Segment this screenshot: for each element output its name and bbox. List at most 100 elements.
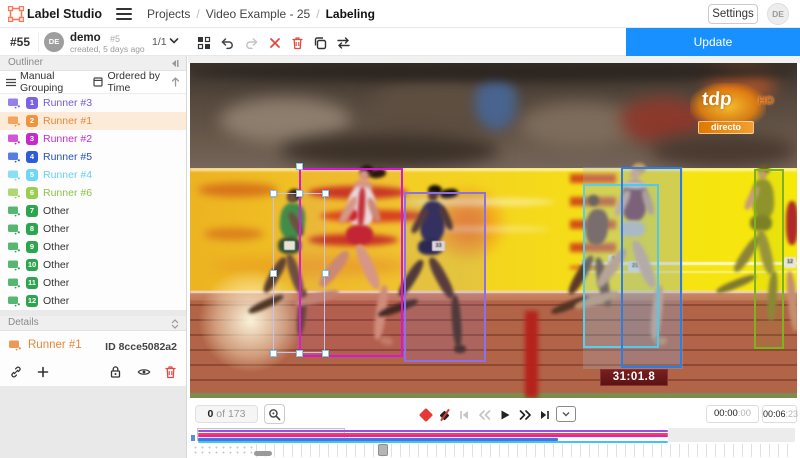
sort-direction-icon[interactable]	[171, 77, 180, 87]
region-index-badge: 4	[26, 151, 38, 163]
region-label: Other	[43, 241, 69, 253]
chevron-down-icon[interactable]	[169, 37, 179, 45]
resize-handle[interactable]	[322, 350, 329, 357]
undo-icon[interactable]	[219, 34, 236, 51]
breadcrumb-item[interactable]: Projects	[147, 7, 190, 21]
details-panel: Details Runner #1 ID 8cce5082a2	[0, 316, 186, 386]
video-controls: 0 of 173 00:00:00 00:06:23	[188, 403, 800, 427]
bbox-runner-3[interactable]	[404, 192, 486, 362]
keyframe-toggle-icon[interactable]	[418, 407, 434, 423]
annotator-avatar[interactable]: DE	[44, 32, 64, 52]
next-frame-icon[interactable]	[517, 407, 533, 423]
region-item-other-8[interactable]: 8Other	[0, 220, 186, 238]
ordering-selector[interactable]: Ordered by Time	[93, 70, 167, 94]
grouping-selector[interactable]: Manual Grouping	[6, 70, 81, 94]
timeline-start-mark	[191, 435, 195, 441]
task-number: #55	[10, 35, 30, 49]
resize-handle[interactable]	[296, 350, 303, 357]
visibility-icon[interactable]	[134, 363, 153, 381]
region-item-runner-4-5[interactable]: 5Runner #4	[0, 166, 186, 184]
region-item-other-12[interactable]: 12Other	[0, 292, 186, 310]
rotate-handle[interactable]	[296, 163, 303, 170]
keyframe-interpolation-delete-icon[interactable]	[437, 407, 453, 423]
resize-handle[interactable]	[322, 270, 329, 277]
region-label: Runner #4	[43, 169, 92, 181]
playhead-handle[interactable]	[378, 444, 388, 456]
time-position-main: 00:00	[714, 408, 738, 419]
collapse-controls-button[interactable]	[556, 406, 576, 422]
region-item-other-11[interactable]: 11Other	[0, 274, 186, 292]
ruler-overview-dots	[192, 445, 254, 456]
redo-icon[interactable]	[243, 34, 260, 51]
region-index-badge: 9	[26, 241, 38, 253]
reject-x-icon[interactable]	[266, 34, 283, 51]
region-icon	[7, 205, 21, 217]
region-label: Runner #5	[43, 151, 92, 163]
breadcrumb-item[interactable]: Labeling	[326, 7, 375, 21]
collapse-details-icon[interactable]	[171, 319, 179, 329]
selected-region-row[interactable]: Runner #1	[8, 339, 82, 351]
delete-trash-icon[interactable]	[289, 34, 306, 51]
bbox-runner-5[interactable]	[621, 167, 682, 368]
link-icon[interactable]	[6, 363, 25, 381]
previous-frame-icon[interactable]	[476, 407, 492, 423]
annotation-id-badge: #5	[110, 34, 120, 44]
details-body: Runner #1 ID 8cce5082a2	[0, 331, 186, 386]
region-item-runner-3-1[interactable]: 1Runner #3	[0, 94, 186, 112]
collapse-panel-left-icon[interactable]	[170, 59, 179, 68]
timeline-overflow-area	[668, 428, 795, 442]
list-icon	[6, 78, 16, 87]
video-canvas[interactable]: 33 9 21	[190, 63, 797, 398]
outliner-title: Outliner	[8, 57, 43, 68]
timeline-track[interactable]	[190, 428, 795, 442]
ruler-scroll-handle[interactable]	[254, 451, 272, 456]
region-item-other-7[interactable]: 7Other	[0, 202, 186, 220]
add-icon[interactable]	[33, 363, 52, 381]
region-label: Other	[43, 205, 69, 217]
region-item-runner-1-2[interactable]: 2Runner #1	[0, 112, 186, 130]
region-item-other-10[interactable]: 10Other	[0, 256, 186, 274]
region-icon	[7, 151, 21, 163]
region-item-runner-6-6[interactable]: 6Runner #6	[0, 184, 186, 202]
resize-handle[interactable]	[296, 190, 303, 197]
transfer-arrows-icon[interactable]	[335, 34, 352, 51]
selected-region-label: Runner #1	[28, 339, 82, 351]
region-label: Runner #6	[43, 187, 92, 199]
skip-to-end-icon[interactable]	[537, 407, 553, 423]
resize-handle[interactable]	[270, 270, 277, 277]
play-icon[interactable]	[497, 407, 513, 423]
resize-handle[interactable]	[270, 190, 277, 197]
bbox-layer	[190, 63, 797, 398]
time-duration-frames: :23	[786, 409, 799, 419]
duplicate-icon[interactable]	[311, 34, 328, 51]
bbox-runner-6[interactable]	[754, 169, 784, 349]
region-index-badge: 11	[26, 277, 38, 289]
breadcrumb[interactable]: Projects/Video Example - 25/Labeling	[147, 7, 375, 21]
lock-icon[interactable]	[106, 363, 125, 381]
region-item-runner-5-4[interactable]: 4 Runner #5	[0, 148, 186, 166]
user-avatar[interactable]: DE	[767, 3, 789, 25]
region-list: 1Runner #32Runner #13Runner #2 4 Runner #5…	[0, 94, 186, 310]
skip-to-start-icon[interactable]	[456, 407, 472, 423]
resize-handle[interactable]	[270, 350, 277, 357]
update-button[interactable]: Update	[626, 28, 800, 56]
app-name: Label Studio	[27, 7, 102, 21]
time-duration: 00:06:23	[762, 405, 797, 423]
region-icon	[7, 259, 21, 271]
region-index-badge: 3	[26, 133, 38, 145]
zoom-tool-button[interactable]	[264, 404, 285, 424]
region-item-other-9[interactable]: 9 Other	[0, 238, 186, 256]
breadcrumb-item[interactable]: Video Example - 25	[206, 7, 311, 21]
annotator-name: demo	[70, 32, 101, 44]
resize-handle[interactable]	[322, 190, 329, 197]
timeline-ruler[interactable]	[190, 443, 795, 458]
outliner-toolbar: Manual Grouping Ordered by Time	[0, 71, 186, 94]
frame-counter[interactable]: 0 of 173	[195, 405, 258, 423]
menu-icon[interactable]	[116, 8, 132, 20]
region-item-runner-2-3[interactable]: 3Runner #2	[0, 130, 186, 148]
grid-view-icon[interactable]	[195, 34, 212, 51]
bbox-runner-1-selected[interactable]	[273, 193, 325, 353]
settings-button[interactable]: Settings	[708, 4, 758, 24]
region-label: Runner #1	[43, 115, 92, 127]
delete-region-icon[interactable]	[161, 363, 180, 381]
